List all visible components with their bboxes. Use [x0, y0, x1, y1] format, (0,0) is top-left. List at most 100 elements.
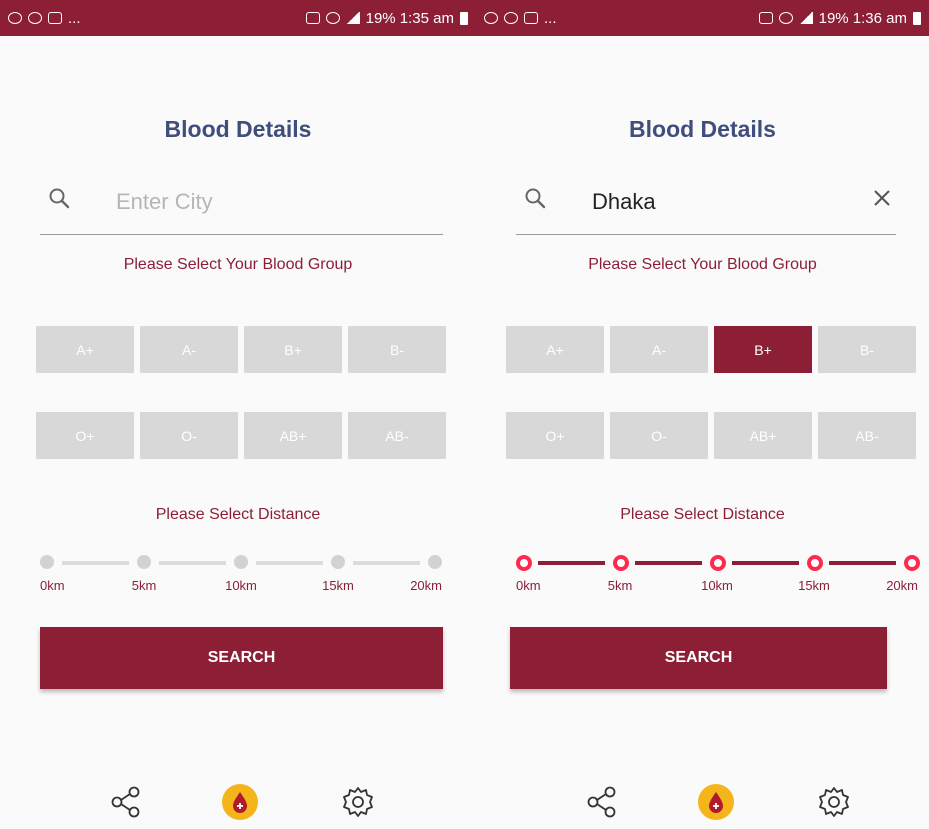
camera-icon: [48, 12, 62, 24]
messenger-icon: [8, 12, 22, 24]
slider-stop[interactable]: [428, 555, 442, 569]
blood-group-option[interactable]: A-: [610, 326, 708, 373]
distance-slider[interactable]: 0km 5km 10km 15km 20km: [516, 548, 920, 596]
share-icon: [111, 786, 140, 818]
blood-group-option[interactable]: O-: [610, 412, 708, 459]
slider-stop[interactable]: [40, 555, 54, 569]
distance-tick-label: 10km: [701, 578, 733, 593]
blood-group-option[interactable]: AB+: [714, 412, 812, 459]
share-button[interactable]: [108, 784, 144, 820]
distance-label: Please Select Distance: [155, 506, 321, 523]
distance-tick-label: 0km: [516, 578, 541, 593]
status-bar-notifications: ...: [484, 10, 557, 27]
signal-icon: [345, 12, 360, 24]
distance-label: Please Select Distance: [620, 506, 785, 523]
blood-group-option[interactable]: A+: [36, 326, 134, 373]
blood-drop-icon: [698, 784, 734, 820]
status-more: ...: [68, 9, 81, 27]
phone-screen-right: ... 19% 1:36 am Blood Details Please Sel…: [476, 0, 929, 829]
distance-tick-label: 20km: [886, 578, 918, 593]
blood-group-option[interactable]: A-: [140, 326, 238, 373]
blood-group-option[interactable]: B-: [348, 326, 446, 373]
bottom-navigation: [476, 770, 929, 829]
slider-stop[interactable]: [613, 555, 629, 571]
search-icon[interactable]: [524, 187, 546, 209]
status-more: ...: [544, 9, 557, 27]
settings-icon: [343, 787, 373, 817]
blood-group-option[interactable]: B+: [244, 326, 342, 373]
slider-stop[interactable]: [710, 555, 726, 571]
blood-group-option[interactable]: AB-: [818, 412, 916, 459]
lock-icon: [305, 12, 320, 24]
search-icon[interactable]: [48, 187, 70, 209]
distance-tick-label: 15km: [798, 578, 830, 593]
viber-icon: [504, 12, 518, 24]
signal-icon: [798, 12, 813, 24]
blood-group-option[interactable]: AB+: [244, 412, 342, 459]
distance-tick-label: 5km: [131, 578, 157, 593]
share-button[interactable]: [584, 784, 620, 820]
blood-group-grid: A+ A- B+ B- O+ O- AB+ AB-: [36, 326, 446, 460]
distance-tick-label: 10km: [225, 578, 257, 593]
battery-icon: [913, 11, 921, 25]
slider-track-segment: [732, 561, 799, 565]
messenger-icon: [484, 12, 498, 24]
camera-icon: [524, 12, 538, 24]
slider-track-segment: [256, 561, 323, 565]
distance-tick-label: 15km: [322, 578, 354, 593]
viber-icon: [28, 12, 42, 24]
settings-button[interactable]: [340, 784, 376, 820]
search-button[interactable]: SEARCH: [40, 627, 443, 689]
donate-fab-button[interactable]: [222, 784, 258, 820]
share-icon: [587, 786, 616, 818]
bottom-navigation: [0, 770, 476, 829]
distance-tick-label: 5km: [607, 578, 633, 593]
slider-track-segment: [159, 561, 226, 565]
slider-stop[interactable]: [137, 555, 151, 569]
slider-track-segment: [62, 561, 129, 565]
blood-group-option[interactable]: AB-: [348, 412, 446, 459]
blood-group-grid: A+ A- B+ B- O+ O- AB+ AB-: [506, 326, 916, 460]
status-bar: ... 19% 1:35 am: [0, 0, 476, 36]
blood-group-label: Please Select Your Blood Group: [123, 256, 353, 273]
settings-button[interactable]: [816, 784, 852, 820]
page-title: Blood Details: [629, 116, 776, 142]
city-search-input[interactable]: [114, 184, 368, 220]
distance-tick-label: 0km: [40, 578, 65, 593]
status-bar-system: 19% 1:36 am: [758, 10, 921, 27]
blood-group-option[interactable]: O+: [506, 412, 604, 459]
status-time: 19% 1:35 am: [365, 9, 454, 27]
slider-track-segment: [538, 561, 605, 565]
slider-stop[interactable]: [807, 555, 823, 571]
location-icon: [325, 12, 340, 24]
city-search[interactable]: [516, 172, 896, 235]
battery-icon: [460, 11, 468, 25]
slider-track-segment: [829, 561, 896, 565]
distance-tick-label: 20km: [410, 578, 442, 593]
slider-stop[interactable]: [234, 555, 248, 569]
city-search[interactable]: [40, 172, 443, 235]
slider-stop[interactable]: [331, 555, 345, 569]
blood-drop-icon: [222, 784, 258, 820]
slider-track-segment: [353, 561, 420, 565]
blood-group-label: Please Select Your Blood Group: [588, 256, 817, 273]
status-bar-notifications: ...: [8, 10, 81, 27]
page-title: Blood Details: [164, 116, 312, 142]
blood-group-option[interactable]: A+: [506, 326, 604, 373]
blood-group-option[interactable]: B+: [714, 326, 812, 373]
donate-fab-button[interactable]: [698, 784, 734, 820]
blood-group-option[interactable]: B-: [818, 326, 916, 373]
slider-stop[interactable]: [904, 555, 920, 571]
settings-icon: [819, 787, 849, 817]
status-bar: ... 19% 1:36 am: [476, 0, 929, 36]
status-bar-system: 19% 1:35 am: [305, 9, 468, 27]
slider-track-segment: [635, 561, 702, 565]
blood-group-option[interactable]: O-: [140, 412, 238, 459]
blood-group-option[interactable]: O+: [36, 412, 134, 459]
search-button[interactable]: SEARCH: [510, 627, 887, 689]
phone-screen-left: ... 19% 1:35 am Blood Details Please Sel…: [0, 0, 476, 829]
close-icon[interactable]: [872, 188, 892, 208]
slider-stop[interactable]: [516, 555, 532, 571]
distance-slider[interactable]: 0km 5km 10km 15km 20km: [40, 548, 442, 596]
city-search-input[interactable]: [590, 184, 844, 220]
